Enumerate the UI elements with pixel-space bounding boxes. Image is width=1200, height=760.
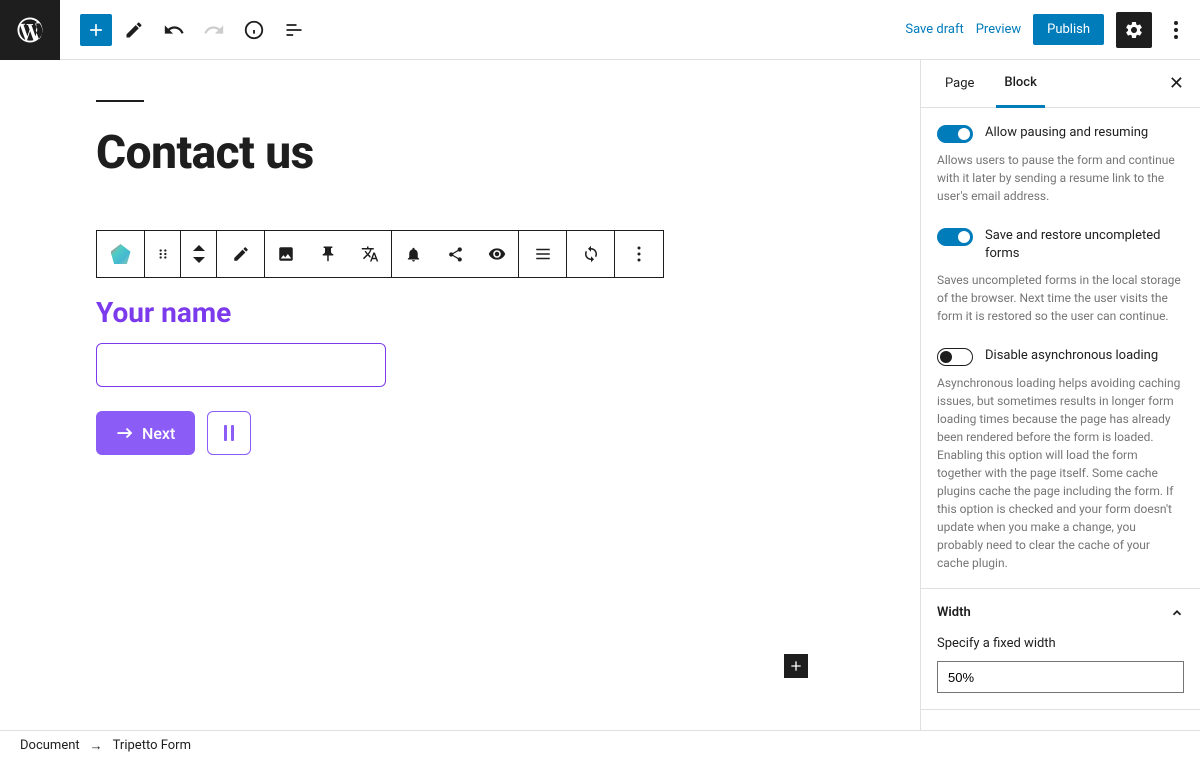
pin-icon[interactable]	[307, 231, 349, 277]
name-input[interactable]	[96, 343, 386, 387]
next-button-label: Next	[142, 424, 175, 443]
toggle-save-restore-desc: Saves uncompleted forms in the local sto…	[937, 271, 1184, 325]
preview-button[interactable]: Preview	[976, 22, 1021, 37]
width-label: Specify a fixed width	[937, 636, 1184, 651]
info-icon[interactable]	[236, 12, 272, 48]
eye-icon[interactable]	[476, 231, 518, 277]
tab-block[interactable]: Block	[996, 60, 1044, 108]
toggle-save-restore-label: Save and restore uncompleted forms	[985, 227, 1184, 263]
list-icon[interactable]	[519, 231, 567, 277]
wordpress-logo[interactable]	[0, 0, 60, 60]
breadcrumb-block[interactable]: Tripetto Form	[113, 738, 191, 753]
drag-handle-icon[interactable]	[145, 231, 181, 277]
move-arrows[interactable]	[181, 231, 217, 277]
more-options-icon[interactable]	[1164, 21, 1188, 39]
translate-icon[interactable]	[349, 231, 391, 277]
sync-icon[interactable]	[567, 231, 615, 277]
image-icon[interactable]	[265, 231, 307, 277]
outline-icon[interactable]	[276, 12, 312, 48]
width-input[interactable]	[937, 661, 1184, 693]
toggle-pausing-label: Allow pausing and resuming	[985, 124, 1148, 142]
page-title[interactable]: Contact us	[96, 126, 820, 180]
close-sidebar-icon[interactable]: ✕	[1169, 73, 1184, 94]
breadcrumb-arrow-icon: →	[90, 738, 103, 754]
save-draft-button[interactable]: Save draft	[905, 22, 963, 37]
add-block-inline[interactable]	[784, 654, 808, 678]
add-block-button[interactable]	[80, 14, 112, 46]
toggle-save-restore[interactable]	[937, 228, 973, 246]
block-toolbar	[96, 230, 664, 278]
next-button[interactable]: Next	[96, 411, 195, 455]
chevron-up-icon	[1170, 606, 1184, 620]
width-panel-header[interactable]: Width	[937, 605, 1184, 620]
tripetto-block-icon[interactable]	[97, 231, 145, 277]
title-divider	[96, 100, 144, 102]
settings-button[interactable]	[1116, 12, 1152, 48]
bell-icon[interactable]	[392, 231, 434, 277]
form-field-label: Your name	[96, 296, 820, 329]
toggle-async-desc: Asynchronous loading helps avoiding cach…	[937, 374, 1184, 572]
block-more-icon	[615, 231, 663, 277]
share-icon[interactable]	[434, 231, 476, 277]
toggle-pausing-desc: Allows users to pause the form and conti…	[937, 151, 1184, 205]
toggle-pausing[interactable]	[937, 125, 973, 143]
edit-mode-icon[interactable]	[116, 12, 152, 48]
edit-form-icon[interactable]	[217, 231, 265, 277]
redo-icon	[196, 12, 232, 48]
undo-icon[interactable]	[156, 12, 192, 48]
breadcrumb-document[interactable]: Document	[20, 738, 80, 753]
pause-button[interactable]	[207, 411, 251, 455]
toggle-async-label: Disable asynchronous loading	[985, 347, 1158, 365]
tab-page[interactable]: Page	[937, 60, 982, 108]
publish-button[interactable]: Publish	[1033, 14, 1104, 45]
toggle-async[interactable]	[937, 348, 973, 366]
